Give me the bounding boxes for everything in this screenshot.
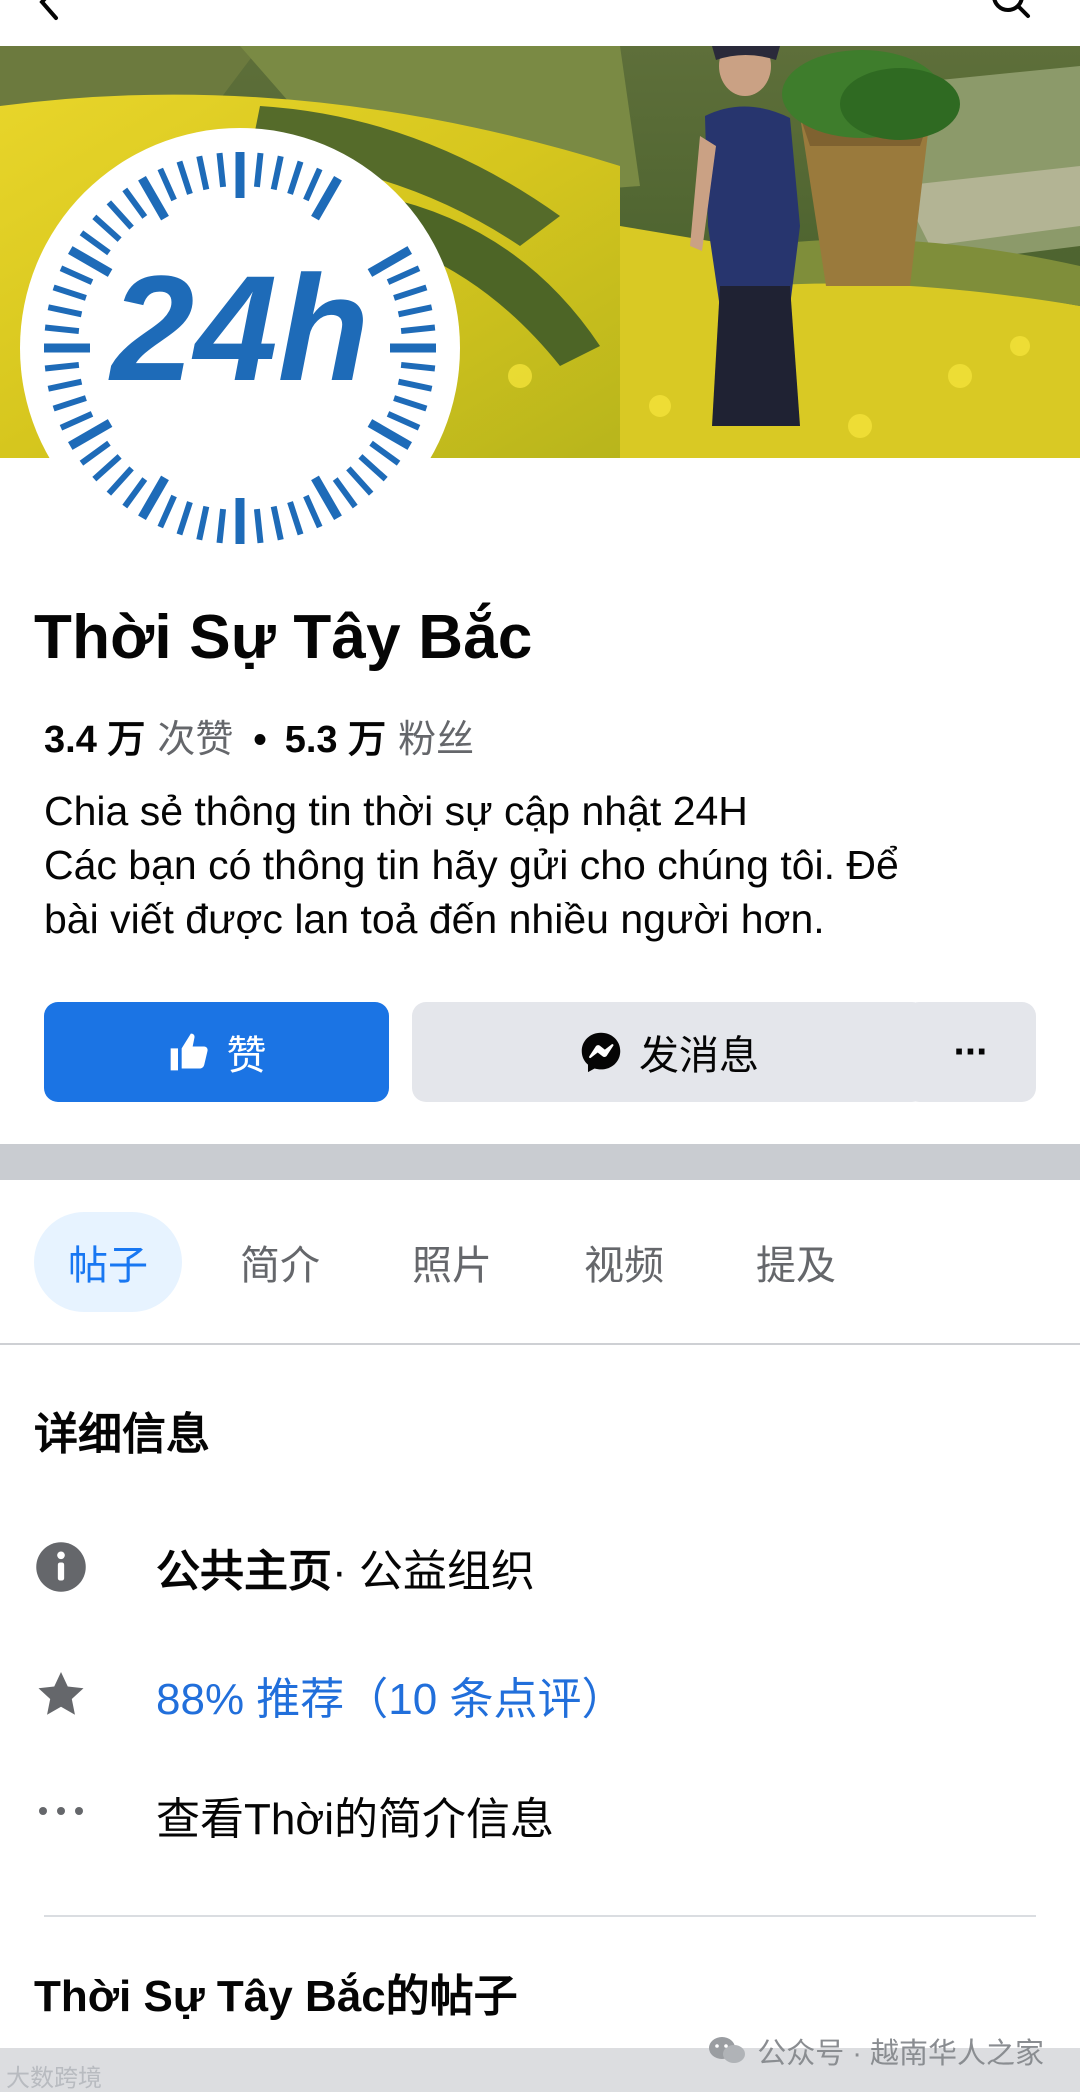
ellipsis-icon: ··· (953, 1029, 990, 1074)
like-button[interactable]: 赞 (44, 1002, 389, 1102)
rating-link[interactable]: 88% 推荐（10 条点评） (156, 1663, 625, 1727)
thumbs-up-icon (170, 1033, 208, 1071)
see-about-link[interactable]: 查看Thời的简介信息 (156, 1783, 554, 1847)
messenger-icon (581, 1032, 621, 1073)
avatar-tick (44, 361, 80, 372)
bio-line: Chia sẻ thông tin thời sự cập nhật 24H (44, 788, 748, 834)
tab-photos[interactable]: 照片 (378, 1212, 526, 1312)
likes-label: 次赞 (157, 719, 234, 761)
rating-row[interactable]: 88% 推荐（10 条点评） (34, 1660, 1044, 1730)
tabs-divider (0, 1343, 1080, 1345)
details-title: 详细信息 (34, 1410, 210, 1459)
avatar-text: 24h (108, 244, 369, 412)
divider-line (44, 1915, 1036, 1917)
category-value: · 公益组织 (332, 1547, 535, 1596)
watermark-left-text: 大数跨境 (6, 2065, 102, 2092)
profile-tabs: 帖子 简介 照片 视频 提及 (0, 1180, 1080, 1344)
tab-about[interactable]: 简介 (206, 1212, 354, 1312)
watermark-left: 大数跨境 (6, 2058, 102, 2092)
ellipsis-icon (34, 1788, 88, 1842)
like-label: 赞 (226, 1034, 267, 1078)
section-divider (0, 1144, 1080, 1180)
watermark-right: 公众号 · 越南华人之家 (707, 2030, 1044, 2072)
category-row: 公共主页 · 公益组织 (34, 1532, 1044, 1602)
avatar-tick (44, 324, 80, 335)
send-message-button[interactable]: 发消息 (412, 1002, 926, 1102)
bio-line: bài viết được lan toả đến nhiều người hơ… (44, 896, 825, 942)
watermark-right-text: 公众号 · 越南华人之家 (757, 2038, 1044, 2070)
star-icon (34, 1668, 88, 1722)
likes-count: 3.4 万 (44, 719, 146, 761)
profile-avatar[interactable]: 24h (20, 128, 460, 568)
info-icon (34, 1540, 88, 1594)
avatar-tick (400, 361, 436, 372)
search-icon[interactable] (988, 0, 1032, 22)
avatar-tick (216, 152, 227, 188)
avatar-tick (253, 508, 264, 544)
wechat-icon (709, 2037, 746, 2063)
bio-line: Các bạn có thông tin hãy gửi cho chúng t… (44, 842, 899, 888)
back-arrow-icon[interactable] (30, 0, 70, 22)
send-message-label: 发消息 (639, 1034, 759, 1078)
page-title: Thời Sự Tây Bắc (34, 603, 533, 672)
avatar-tick (400, 324, 436, 335)
followers-label: 粉丝 (398, 719, 475, 761)
page-bio: Chia sẻ thông tin thời sự cập nhật 24H C… (44, 784, 1054, 946)
see-about-row[interactable]: 查看Thời的简介信息 (34, 1780, 1044, 1850)
top-bar (0, 0, 1080, 46)
tab-videos[interactable]: 视频 (550, 1212, 698, 1312)
separator-dot: • (253, 719, 267, 761)
followers-count: 5.3 万 (284, 719, 387, 761)
more-options-button[interactable]: ··· (905, 1002, 1036, 1102)
action-bar: 赞 发消息 ··· (44, 1002, 1036, 1102)
category-type: 公共主页 (156, 1547, 332, 1596)
tab-mentions[interactable]: 提及 (722, 1212, 870, 1312)
avatar-tick (216, 508, 227, 544)
tab-posts[interactable]: 帖子 (34, 1212, 182, 1312)
page-stats[interactable]: 3.4 万 次赞 • 5.3 万 粉丝 (44, 708, 474, 763)
avatar-tick (253, 152, 264, 188)
posts-section-title: Thời Sự Tây Bắc的帖子 (34, 1972, 518, 2021)
